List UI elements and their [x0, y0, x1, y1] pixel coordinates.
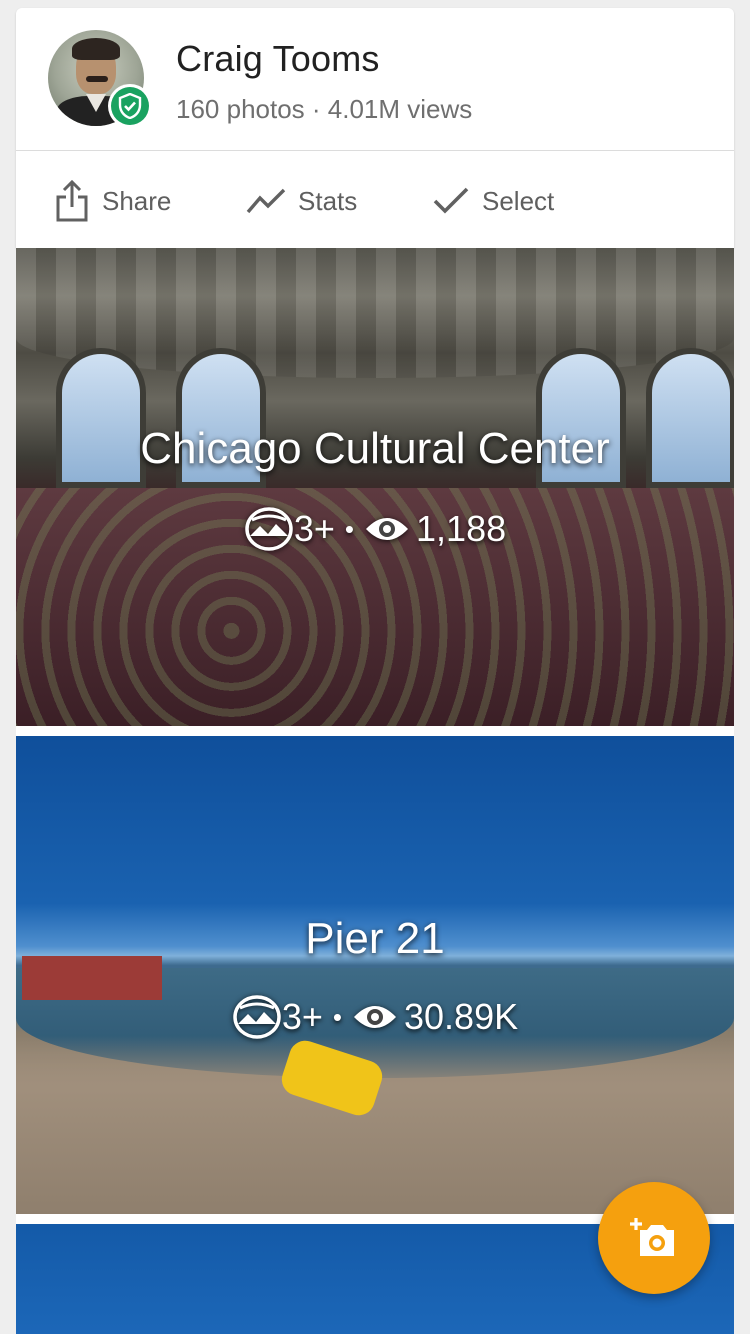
photo-meta: 3+ • 1,188	[16, 506, 734, 552]
user-stats: 160 photos · 4.01M views	[176, 94, 473, 124]
panorama-icon	[245, 507, 293, 551]
view-count: 30.89K	[404, 996, 519, 1037]
photo-count: 3+	[293, 508, 335, 549]
avatar-hair	[72, 38, 120, 60]
select-label: Select	[482, 185, 555, 216]
photo-count: 3+	[281, 996, 323, 1037]
separator-dot: •	[332, 1001, 343, 1032]
photo-title: Chicago Cultural Center	[140, 424, 610, 473]
add-photo-icon	[630, 1218, 674, 1256]
view-count: 1,188	[416, 508, 507, 549]
eye-icon	[354, 1006, 397, 1028]
trending-icon	[246, 188, 286, 214]
eye-icon	[366, 518, 409, 540]
stats-label: Stats	[298, 185, 358, 216]
photo-meta: 3+ • 30.89K	[16, 994, 734, 1040]
verified-badge	[108, 84, 152, 128]
profile-header: Craig Tooms 160 photos · 4.01M views	[16, 8, 734, 151]
avatar-mustache	[86, 76, 108, 82]
add-photo-button[interactable]	[598, 1182, 710, 1294]
photo-card[interactable]: Chicago Cultural Center 3+ • 1,188	[16, 248, 734, 726]
user-name: Craig Tooms	[176, 38, 380, 79]
verified-shield-icon	[111, 87, 149, 125]
separator-dot: •	[344, 513, 355, 544]
share-label: Share	[102, 185, 172, 216]
photo-title: Pier 21	[305, 914, 445, 963]
divider	[16, 726, 734, 736]
panorama-icon	[233, 995, 281, 1039]
profile-card: Craig Tooms 160 photos · 4.01M views Sha…	[16, 8, 734, 248]
select-button[interactable]: Select	[432, 179, 554, 223]
share-button[interactable]: Share	[54, 179, 171, 223]
photo-card[interactable]: Pier 21 3+ • 30.89K	[16, 736, 734, 1214]
share-icon	[56, 179, 88, 222]
action-bar: Share Stats Select	[16, 151, 734, 248]
stats-button[interactable]: Stats	[246, 179, 357, 223]
check-icon	[433, 187, 469, 214]
